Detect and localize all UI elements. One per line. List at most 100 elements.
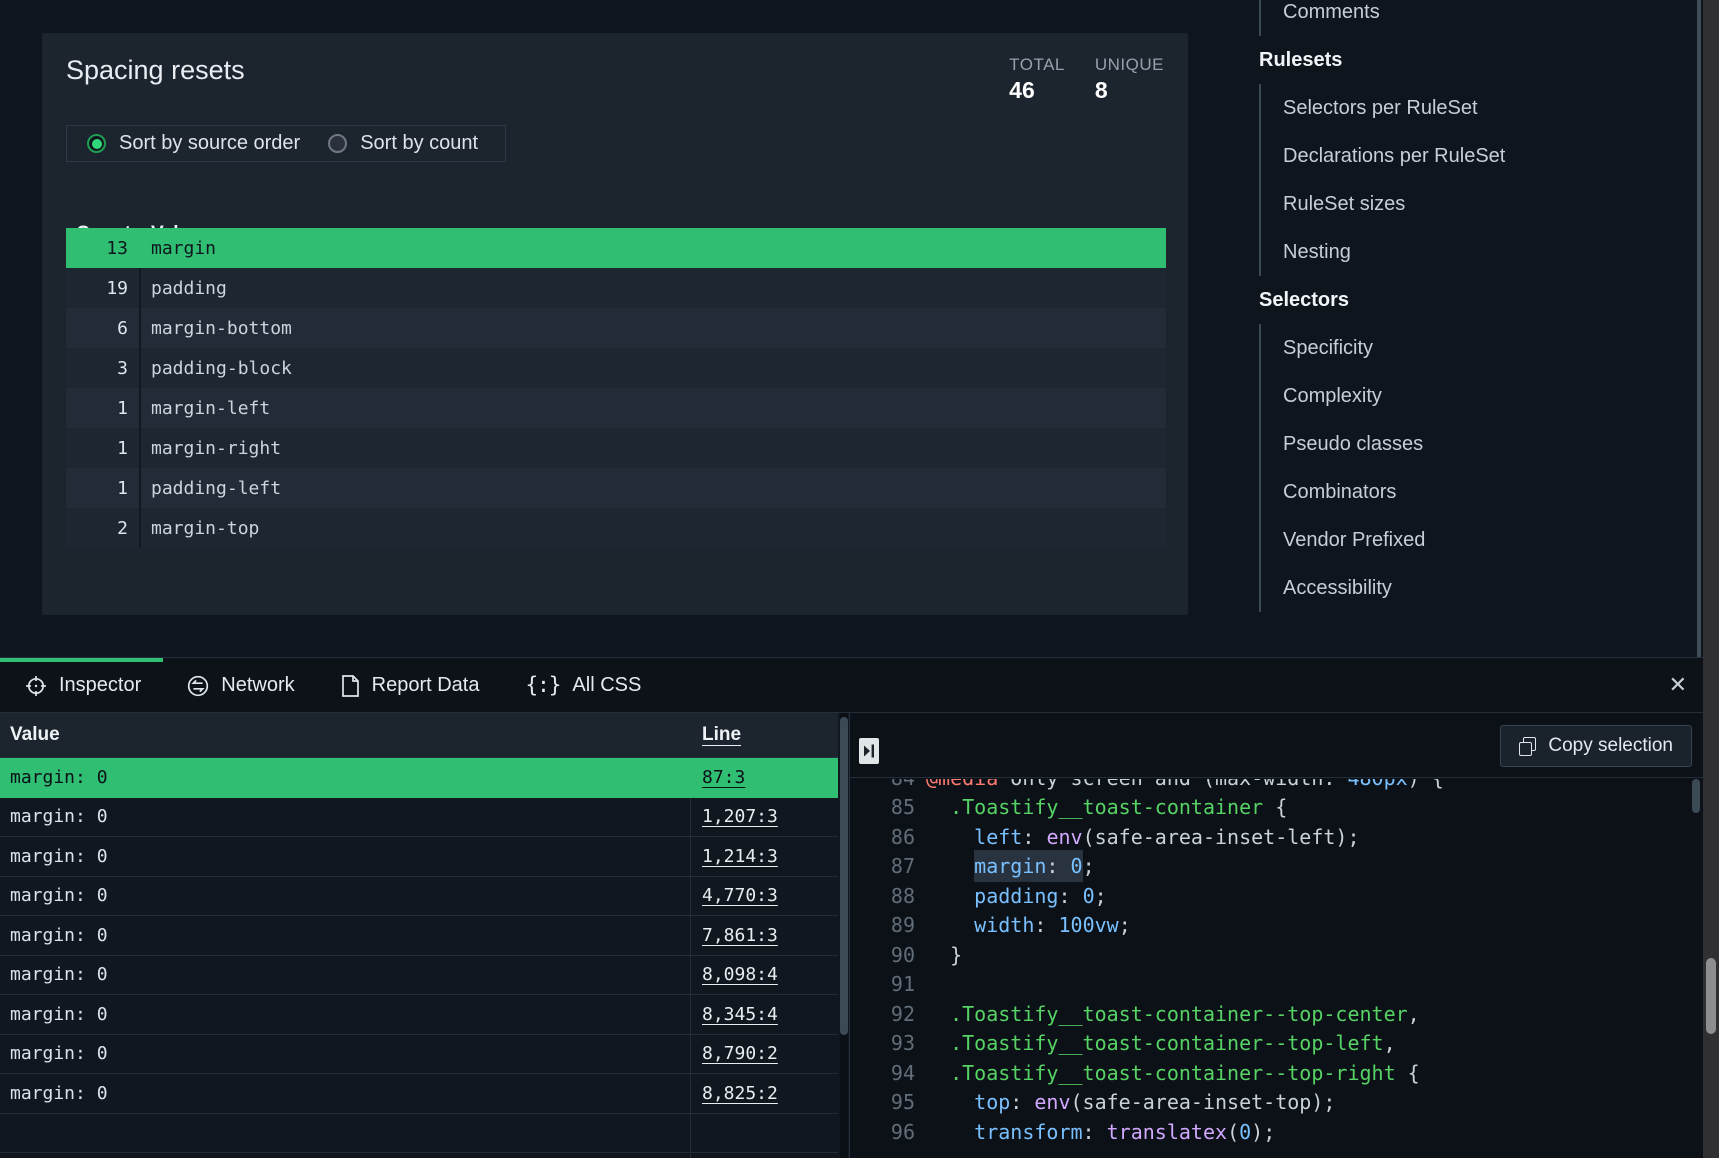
code-token: ) { bbox=[1408, 779, 1444, 790]
sort-by-source-order-radio[interactable]: Sort by source order bbox=[87, 132, 300, 155]
code-token: : bbox=[1022, 825, 1046, 849]
line-link[interactable]: 1,207:3 bbox=[702, 806, 778, 827]
table-row[interactable]: 3padding-block bbox=[66, 348, 1166, 388]
code-token: only screen and (max-width: bbox=[998, 779, 1347, 790]
code-line: 88 padding: 0; bbox=[850, 881, 1703, 911]
sidebar-item-selectors-per-ruleset[interactable]: Selectors per RuleSet bbox=[1261, 84, 1695, 132]
crosshair-icon bbox=[25, 675, 47, 697]
code-viewer-header: Copy selection bbox=[850, 713, 1703, 778]
declaration-row[interactable]: margin: 01,214:3 bbox=[0, 837, 838, 877]
line-link[interactable]: 8,825:2 bbox=[702, 1083, 778, 1104]
table-row[interactable]: 13margin bbox=[66, 228, 1166, 268]
sidebar-item-specificity[interactable]: Specificity bbox=[1261, 324, 1695, 372]
table-row[interactable]: 1padding-left bbox=[66, 468, 1166, 508]
declaration-row-partial bbox=[0, 1114, 838, 1154]
sidebar-item-comments[interactable]: Comments bbox=[1261, 0, 1695, 36]
column-divider bbox=[690, 758, 691, 1158]
copy-icon bbox=[1519, 737, 1536, 756]
declarations-scrollbar bbox=[840, 713, 848, 1158]
line-content: .Toastify__toast-container { bbox=[926, 795, 1287, 819]
code-token: .Toastify__toast-container--top-left bbox=[950, 1031, 1383, 1055]
line-header[interactable]: Line bbox=[702, 724, 741, 746]
browser-scrollbar-thumb[interactable] bbox=[1706, 958, 1716, 1034]
line-link[interactable]: 8,098:4 bbox=[702, 964, 778, 985]
line-link[interactable]: 1,214:3 bbox=[702, 846, 778, 867]
code-token: @media bbox=[926, 779, 998, 790]
expand-panel-icon bbox=[863, 744, 875, 758]
line-content: .Toastify__toast-container--top-left, bbox=[926, 1031, 1396, 1055]
declaration-row[interactable]: margin: 08,825:2 bbox=[0, 1074, 838, 1114]
code-token: padding bbox=[974, 884, 1058, 908]
code-token: transform bbox=[974, 1120, 1082, 1144]
tab-report-data[interactable]: Report Data bbox=[341, 674, 480, 697]
code-line: 89 width: 100vw; bbox=[850, 911, 1703, 941]
page-title: Spacing resets bbox=[66, 55, 245, 86]
sort-by-count-radio[interactable]: Sort by count bbox=[328, 132, 478, 155]
declaration-row[interactable]: margin: 01,207:3 bbox=[0, 798, 838, 838]
line-link[interactable]: 7,861:3 bbox=[702, 925, 778, 946]
code-token: ( bbox=[1227, 1120, 1239, 1144]
line-link[interactable]: 87:3 bbox=[702, 767, 745, 788]
tab-inspector[interactable]: Inspector bbox=[25, 674, 141, 697]
code-area[interactable]: 84@media only screen and (max-width: 480… bbox=[850, 779, 1703, 1158]
sidebar-item-combinators[interactable]: Combinators bbox=[1261, 468, 1695, 516]
table-row[interactable]: 1margin-right bbox=[66, 428, 1166, 468]
expand-panel-button[interactable] bbox=[859, 738, 879, 764]
code-token: ; bbox=[1119, 913, 1131, 937]
line-link[interactable]: 8,790:2 bbox=[702, 1043, 778, 1064]
sidebar-scrollbar[interactable] bbox=[1697, 0, 1701, 657]
line-link[interactable]: 8,345:4 bbox=[702, 1004, 778, 1025]
sidebar-item-ruleset-sizes[interactable]: RuleSet sizes bbox=[1261, 180, 1695, 228]
table-row[interactable]: 6margin-bottom bbox=[66, 308, 1166, 348]
declarations-table-header: Value Line bbox=[0, 713, 838, 758]
code-token bbox=[926, 854, 974, 878]
code-token: left bbox=[974, 825, 1022, 849]
code-token: width bbox=[974, 913, 1034, 937]
sidebar-item-complexity[interactable]: Complexity bbox=[1261, 372, 1695, 420]
declaration-value: margin: 0 bbox=[10, 885, 108, 906]
declaration-row[interactable]: margin: 08,098:4 bbox=[0, 956, 838, 996]
code-token: , bbox=[1408, 1002, 1420, 1026]
line-number: 90 bbox=[850, 943, 915, 967]
declaration-row[interactable]: margin: 08,790:2 bbox=[0, 1035, 838, 1075]
sidebar-item-nesting[interactable]: Nesting bbox=[1261, 228, 1695, 276]
declaration-row[interactable]: margin: 08,345:4 bbox=[0, 995, 838, 1035]
declarations-scrollbar-thumb[interactable] bbox=[840, 717, 848, 1035]
code-token: { bbox=[1263, 795, 1287, 819]
sidebar-item-pseudo-classes[interactable]: Pseudo classes bbox=[1261, 420, 1695, 468]
code-token bbox=[926, 1031, 950, 1055]
sort-controls: Sort by source order Sort by count bbox=[66, 125, 506, 162]
row-value: margin-left bbox=[141, 398, 270, 419]
table-row[interactable]: 2margin-top bbox=[66, 508, 1166, 548]
row-count: 13 bbox=[66, 228, 141, 268]
sidebar-group: SpecificityComplexityPseudo classesCombi… bbox=[1259, 324, 1695, 612]
sidebar-item-declarations-per-ruleset[interactable]: Declarations per RuleSet bbox=[1261, 132, 1695, 180]
tab-network[interactable]: Network bbox=[187, 674, 294, 697]
code-token bbox=[926, 1120, 974, 1144]
sidebar-nav: CommentsRulesetsSelectors per RuleSetDec… bbox=[1259, 0, 1695, 612]
row-value: padding-block bbox=[141, 358, 292, 379]
sidebar-item-vendor-prefixed[interactable]: Vendor Prefixed bbox=[1261, 516, 1695, 564]
line-number: 85 bbox=[850, 795, 915, 819]
declaration-row[interactable]: margin: 07,861:3 bbox=[0, 916, 838, 956]
code-token bbox=[926, 825, 974, 849]
table-row[interactable]: 19padding bbox=[66, 268, 1166, 308]
copy-selection-button[interactable]: Copy selection bbox=[1500, 725, 1692, 767]
sidebar-item-accessibility[interactable]: Accessibility bbox=[1261, 564, 1695, 612]
line-link[interactable]: 4,770:3 bbox=[702, 885, 778, 906]
declaration-row[interactable]: margin: 087:3 bbox=[0, 758, 838, 798]
copy-selection-label: Copy selection bbox=[1548, 735, 1673, 757]
tab-label: Report Data bbox=[372, 674, 480, 697]
code-token: .Toastify__toast-container bbox=[950, 795, 1263, 819]
table-row[interactable]: 1margin-left bbox=[66, 388, 1166, 428]
declaration-row[interactable]: margin: 0 4,770:3 bbox=[0, 877, 838, 917]
code-line: 96 transform: translatex(0); bbox=[850, 1117, 1703, 1147]
tab-all-css[interactable]: {:}All CSS bbox=[525, 673, 641, 698]
close-icon[interactable]: ✕ bbox=[1669, 672, 1687, 698]
row-count: 6 bbox=[66, 308, 141, 348]
code-scrollbar-thumb[interactable] bbox=[1692, 779, 1700, 813]
browser-scrollbar bbox=[1703, 0, 1719, 1158]
stat-unique: UNIQUE 8 bbox=[1095, 55, 1164, 104]
line-number: 84 bbox=[850, 779, 915, 790]
code-token: 0 bbox=[1239, 1120, 1251, 1144]
